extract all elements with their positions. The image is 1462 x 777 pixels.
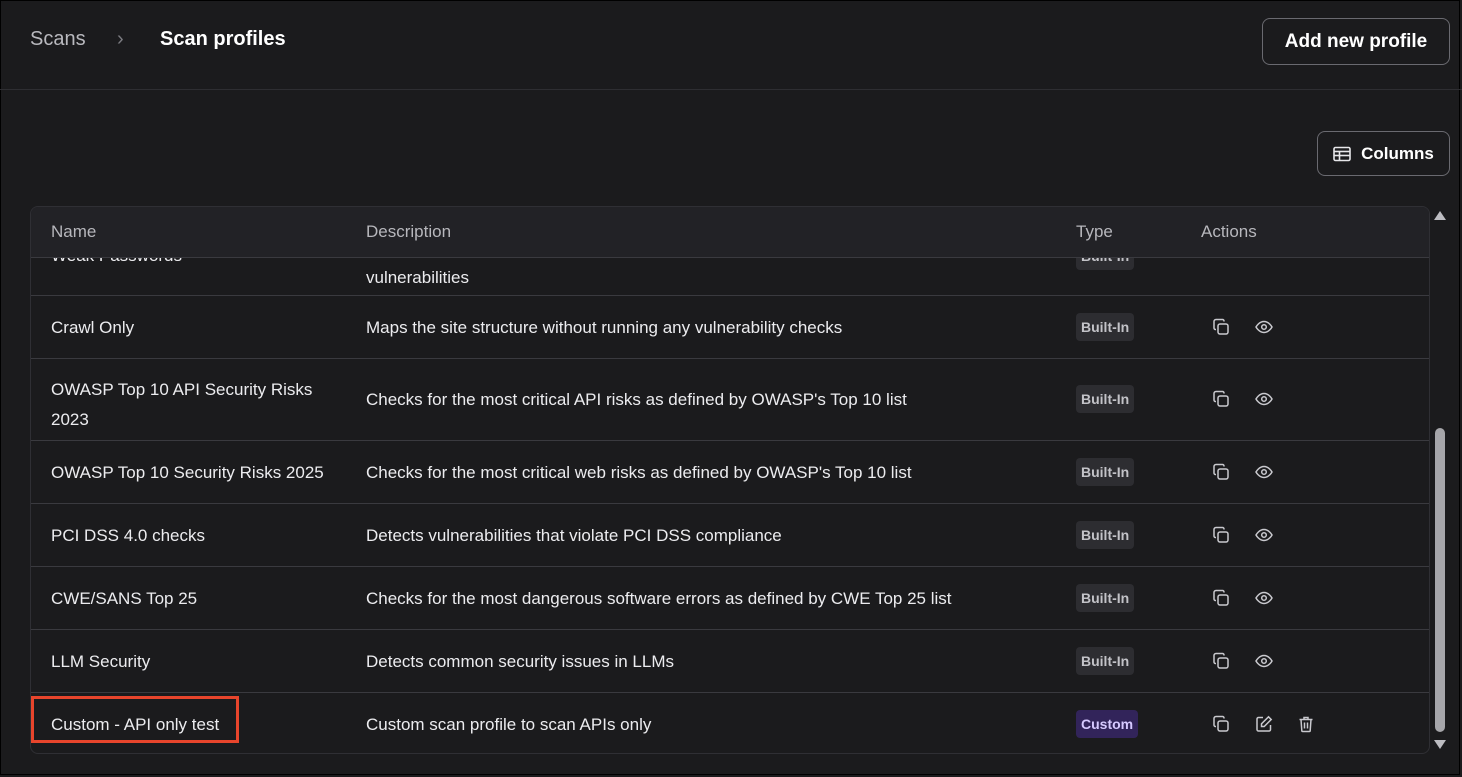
add-new-profile-label: Add new profile <box>1284 30 1428 52</box>
row-name: PCI DSS 4.0 checks <box>51 526 206 545</box>
row-name: CWE/SANS Top 25 <box>51 589 198 608</box>
copy-icon[interactable] <box>1212 526 1230 544</box>
copy-icon[interactable] <box>1212 652 1230 670</box>
page-title: Scan profiles <box>160 28 286 50</box>
edit-icon[interactable] <box>1255 715 1273 733</box>
row-description: Maps the site structure without running … <box>366 318 843 337</box>
table-columns-icon <box>1333 146 1351 162</box>
scroll-up-arrow-icon[interactable] <box>1434 211 1446 220</box>
scrollbar-thumb[interactable] <box>1435 428 1445 732</box>
row-description: Custom scan profile to scan APIs only <box>366 715 652 734</box>
columns-button[interactable]: Columns <box>1317 131 1450 176</box>
copy-icon[interactable] <box>1212 463 1230 481</box>
row-name: LLM Security <box>51 652 151 671</box>
row-description: Detects vulnerabilities that violate PCI… <box>366 526 782 545</box>
copy-icon[interactable] <box>1212 715 1230 733</box>
highlight-box <box>31 696 239 743</box>
scroll-down-arrow-icon[interactable] <box>1434 740 1446 749</box>
copy-icon[interactable] <box>1212 318 1230 336</box>
eye-icon[interactable] <box>1255 652 1273 670</box>
type-badge-custom: Custom <box>1076 710 1139 738</box>
copy-icon[interactable] <box>1212 589 1230 607</box>
trash-icon[interactable] <box>1297 715 1315 733</box>
type-badge: Built-In <box>1076 647 1135 675</box>
table-row-custom[interactable]: Custom - API only test Custom scan profi… <box>31 693 1429 753</box>
type-badge: Built-In <box>1076 521 1135 549</box>
breadcrumb-separator: › <box>117 28 124 50</box>
type-badge: Built-In <box>1076 385 1135 413</box>
eye-icon[interactable] <box>1255 589 1273 607</box>
column-header-actions: Actions <box>1201 222 1257 241</box>
row-name: OWASP Top 10 API Security Risks 2023 <box>51 380 313 429</box>
table-header: Name Description Type Actions <box>31 207 1429 258</box>
column-header-name[interactable]: Name <box>51 222 96 242</box>
columns-label: Columns <box>1361 143 1434 163</box>
row-name: OWASP Top 10 Security Risks 2025 <box>51 463 324 482</box>
type-badge: Built-In <box>1076 458 1135 486</box>
eye-icon[interactable] <box>1255 318 1273 336</box>
column-header-description[interactable]: Description <box>366 222 451 242</box>
add-new-profile-button[interactable]: Add new profile <box>1262 18 1450 65</box>
breadcrumb-scans[interactable]: Scans <box>30 28 86 51</box>
row-description: Checks for the most dangerous software e… <box>366 589 952 608</box>
type-badge: Built-In <box>1076 584 1135 612</box>
page-header: Scans › Scan profiles Add new profile <box>0 0 1462 90</box>
table-row[interactable]: CWE/SANS Top 25 Checks for the most dang… <box>31 567 1429 630</box>
row-description: vulnerabilities <box>366 268 469 287</box>
table-row[interactable]: PCI DSS 4.0 checks Detects vulnerabiliti… <box>31 504 1429 567</box>
row-description: Checks for the most critical web risks a… <box>366 463 912 482</box>
eye-icon[interactable] <box>1255 390 1273 408</box>
row-description: Detects common security issues in LLMs <box>366 652 674 671</box>
eye-icon[interactable] <box>1255 526 1273 544</box>
table-row[interactable]: Crawl Only Maps the site structure witho… <box>31 296 1429 359</box>
type-badge: Built-In <box>1076 313 1135 341</box>
copy-icon[interactable] <box>1212 390 1230 408</box>
table-row[interactable]: OWASP Top 10 API Security Risks 2023 Che… <box>31 359 1429 441</box>
row-name: Crawl Only <box>51 318 135 337</box>
table-row[interactable]: OWASP Top 10 Security Risks 2025 Checks … <box>31 441 1429 504</box>
eye-icon[interactable] <box>1255 463 1273 481</box>
scan-profiles-table: Name Description Type Actions Weak Passw… <box>30 206 1430 754</box>
row-description: Checks for the most critical API risks a… <box>366 390 907 409</box>
column-header-type[interactable]: Type <box>1076 222 1113 242</box>
table-row[interactable]: LLM Security Detects common security iss… <box>31 630 1429 693</box>
